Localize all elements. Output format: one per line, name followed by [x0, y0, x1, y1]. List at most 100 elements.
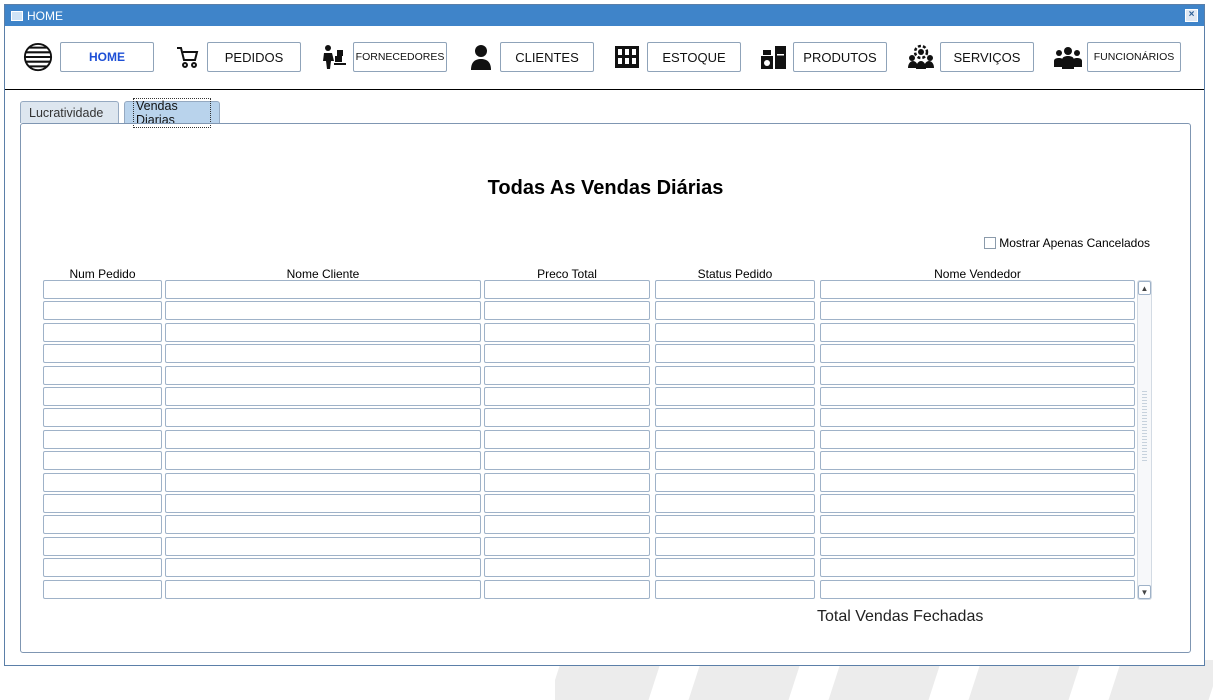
- table-cell-nome-cliente[interactable]: [165, 472, 481, 492]
- table-cell-nome-cliente[interactable]: [165, 451, 481, 471]
- table-cell-status-pedido[interactable]: [655, 429, 815, 449]
- table-cell-preco-total[interactable]: [484, 365, 650, 385]
- table-cell-num-pedido[interactable]: [43, 365, 162, 385]
- tab-vendas-diarias[interactable]: Vendas Diarias: [124, 97, 220, 128]
- table-cell-status-pedido[interactable]: [655, 515, 815, 535]
- table-cell-num-pedido[interactable]: [43, 280, 162, 299]
- title-bar: HOME ×: [5, 5, 1204, 26]
- close-icon[interactable]: ×: [1185, 9, 1198, 22]
- table-cell-status-pedido[interactable]: [655, 387, 815, 406]
- cancelados-checkbox[interactable]: [984, 237, 997, 249]
- table-cell-num-pedido[interactable]: [43, 451, 162, 471]
- nav-servicos-button[interactable]: SERVIÇOS: [940, 42, 1034, 72]
- table-cell-nome-vendedor[interactable]: [820, 280, 1135, 299]
- table-cell-nome-cliente[interactable]: [165, 344, 481, 364]
- table-cell-nome-vendedor[interactable]: [820, 451, 1135, 471]
- table-cell-nome-cliente[interactable]: [165, 387, 481, 406]
- table-cell-nome-cliente[interactable]: [165, 494, 481, 513]
- table-cell-status-pedido[interactable]: [655, 451, 815, 471]
- total-vendas-fechadas-label: Total Vendas Fechadas: [817, 608, 984, 625]
- table-cell-num-pedido[interactable]: [43, 301, 162, 321]
- table-cell-preco-total[interactable]: [484, 322, 650, 342]
- table-cell-preco-total[interactable]: [484, 451, 650, 471]
- table-cell-nome-cliente[interactable]: [165, 429, 481, 449]
- table-cell-nome-cliente[interactable]: [165, 536, 481, 556]
- table-cell-num-pedido[interactable]: [43, 429, 162, 449]
- table-cell-preco-total[interactable]: [484, 536, 650, 556]
- table-cell-num-pedido[interactable]: [43, 472, 162, 492]
- table-cell-preco-total[interactable]: [484, 494, 650, 513]
- table-cell-preco-total[interactable]: [484, 472, 650, 492]
- nav-fornecedores-button[interactable]: FORNECEDORES: [353, 42, 447, 72]
- table-cell-nome-vendedor[interactable]: [820, 579, 1135, 599]
- table-cell-status-pedido[interactable]: [655, 280, 815, 299]
- table-cell-num-pedido[interactable]: [43, 536, 162, 556]
- table-cell-nome-vendedor[interactable]: [820, 494, 1135, 513]
- table-cell-status-pedido[interactable]: [655, 536, 815, 556]
- window-title: HOME: [27, 8, 63, 23]
- table-cell-nome-vendedor[interactable]: [820, 429, 1135, 449]
- table-cell-status-pedido[interactable]: [655, 558, 815, 578]
- table-cell-num-pedido[interactable]: [43, 387, 162, 406]
- table-cell-nome-vendedor[interactable]: [820, 301, 1135, 321]
- table-cell-nome-cliente[interactable]: [165, 579, 481, 599]
- scroll-up-icon[interactable]: ▲: [1138, 281, 1151, 295]
- table-cell-nome-vendedor[interactable]: [820, 558, 1135, 578]
- cancelados-filter[interactable]: Mostrar Apenas Cancelados: [984, 236, 1150, 250]
- table-cell-nome-vendedor[interactable]: [820, 344, 1135, 364]
- nav-produtos-button[interactable]: PRODUTOS: [793, 42, 887, 72]
- nav-estoque-button[interactable]: ESTOQUE: [647, 42, 741, 72]
- table-cell-num-pedido[interactable]: [43, 494, 162, 513]
- table-cell-num-pedido[interactable]: [43, 408, 162, 428]
- cancelados-label: Mostrar Apenas Cancelados: [999, 236, 1150, 250]
- table-cell-status-pedido[interactable]: [655, 301, 815, 321]
- table-cell-nome-cliente[interactable]: [165, 558, 481, 578]
- appliances-icon: [759, 42, 789, 72]
- table-cell-preco-total[interactable]: [484, 280, 650, 299]
- tab-lucratividade[interactable]: Lucratividade: [20, 101, 119, 123]
- table-cell-num-pedido[interactable]: [43, 558, 162, 578]
- table-cell-status-pedido[interactable]: [655, 365, 815, 385]
- table-cell-num-pedido[interactable]: [43, 322, 162, 342]
- vendas-diarias-panel: Todas As Vendas Diárias Mostrar Apenas C…: [20, 123, 1191, 653]
- table-cell-nome-vendedor[interactable]: [820, 387, 1135, 406]
- table-cell-nome-vendedor[interactable]: [820, 408, 1135, 428]
- table-cell-preco-total[interactable]: [484, 408, 650, 428]
- table-cell-status-pedido[interactable]: [655, 408, 815, 428]
- table-cell-nome-cliente[interactable]: [165, 515, 481, 535]
- table-cell-num-pedido[interactable]: [43, 344, 162, 364]
- table-cell-num-pedido[interactable]: [43, 579, 162, 599]
- table-cell-status-pedido[interactable]: [655, 322, 815, 342]
- globe-icon: [23, 42, 53, 72]
- table-scrollbar[interactable]: ▲ ▼: [1137, 280, 1152, 600]
- table-cell-status-pedido[interactable]: [655, 472, 815, 492]
- table-cell-preco-total[interactable]: [484, 429, 650, 449]
- nav-home-button[interactable]: HOME: [60, 42, 154, 72]
- table-cell-preco-total[interactable]: [484, 301, 650, 321]
- nav-clientes-button[interactable]: CLIENTES: [500, 42, 594, 72]
- nav-pedidos-button[interactable]: PEDIDOS: [207, 42, 301, 72]
- table-cell-nome-cliente[interactable]: [165, 301, 481, 321]
- scroll-grip[interactable]: [1142, 391, 1147, 461]
- table-cell-nome-cliente[interactable]: [165, 365, 481, 385]
- table-cell-nome-vendedor[interactable]: [820, 322, 1135, 342]
- table-cell-preco-total[interactable]: [484, 558, 650, 578]
- table-cell-nome-cliente[interactable]: [165, 408, 481, 428]
- table-cell-nome-vendedor[interactable]: [820, 515, 1135, 535]
- scroll-down-icon[interactable]: ▼: [1138, 585, 1151, 599]
- table-cell-status-pedido[interactable]: [655, 579, 815, 599]
- table-cell-preco-total[interactable]: [484, 344, 650, 364]
- table-cell-nome-cliente[interactable]: [165, 280, 481, 299]
- column-header-nome-cliente: Nome Cliente: [286, 267, 360, 281]
- table-cell-nome-cliente[interactable]: [165, 322, 481, 342]
- table-cell-nome-vendedor[interactable]: [820, 472, 1135, 492]
- table-cell-status-pedido[interactable]: [655, 494, 815, 513]
- table-cell-preco-total[interactable]: [484, 387, 650, 406]
- table-cell-num-pedido[interactable]: [43, 515, 162, 535]
- table-cell-status-pedido[interactable]: [655, 344, 815, 364]
- nav-funcionarios-button[interactable]: FUNCIONÁRIOS: [1087, 42, 1181, 72]
- table-cell-nome-vendedor[interactable]: [820, 365, 1135, 385]
- table-cell-preco-total[interactable]: [484, 579, 650, 599]
- table-cell-nome-vendedor[interactable]: [820, 536, 1135, 556]
- table-cell-preco-total[interactable]: [484, 515, 650, 535]
